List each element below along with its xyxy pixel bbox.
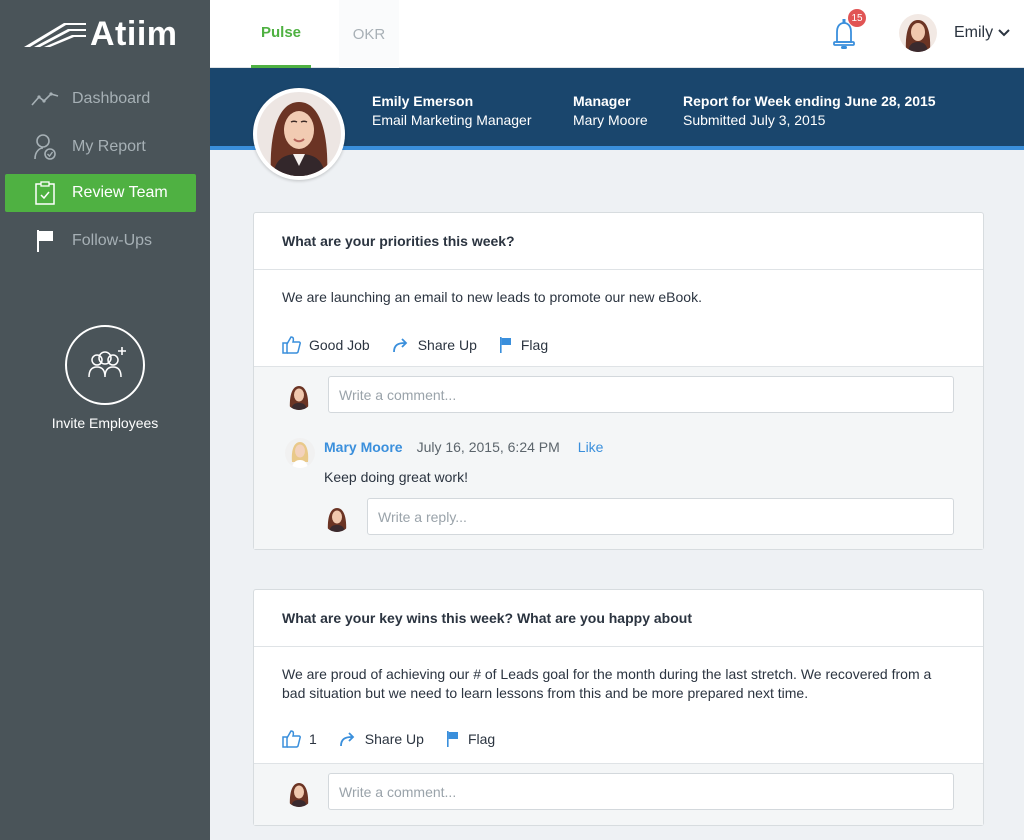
share-up-label: Share Up: [364, 731, 424, 747]
report-period-info: Report for Week ending June 28, 2015 Sub…: [683, 92, 936, 130]
notification-badge: 15: [848, 9, 866, 27]
invite-employees-button[interactable]: [65, 325, 145, 405]
chart-line-icon: [31, 85, 59, 113]
flag-icon: [499, 336, 511, 353]
comment-author[interactable]: Mary Moore: [324, 439, 403, 455]
share-up-label: Share Up: [417, 336, 477, 353]
comment-text: Keep doing great work!: [324, 469, 468, 485]
sidebar: Atiim Dashboard My Report Review Team Fo…: [0, 0, 210, 840]
share-arrow-icon: [339, 732, 355, 747]
top-bar: Pulse OKR 15 Emily: [210, 0, 1024, 68]
share-up-button[interactable]: Share Up: [392, 337, 477, 353]
flag-label: Flag: [520, 336, 549, 353]
thumbs-up-icon: [282, 730, 301, 748]
comment-section: Write a comment...: [254, 763, 983, 825]
user-report-icon: [31, 133, 59, 161]
invite-employees[interactable]: Invite Employees: [0, 325, 210, 431]
report-submitted: Submitted July 3, 2015: [683, 112, 826, 128]
flag-icon: [31, 227, 59, 255]
user-name: Emily: [954, 24, 994, 41]
sidebar-item-review-team[interactable]: Review Team: [5, 174, 196, 212]
share-up-button[interactable]: Share Up: [339, 731, 424, 747]
question-card-priorities: What are your priorities this week? We a…: [253, 212, 984, 550]
like-count: 1: [309, 731, 317, 747]
comment-date: July 16, 2015, 6:24 PM: [416, 439, 560, 455]
avatar: [285, 779, 313, 807]
thumbs-up-icon: [282, 335, 301, 354]
like-link[interactable]: Like: [578, 439, 604, 455]
sidebar-item-label: Dashboard: [72, 90, 151, 107]
comment-meta: Mary Moore July 16, 2015, 6:24 PM Like: [324, 439, 603, 455]
atiim-logo-icon: [24, 23, 86, 47]
reply-input[interactable]: Write a reply...: [367, 498, 954, 535]
manager-info: Manager Mary Moore: [573, 92, 648, 130]
employee-title: Email Marketing Manager: [372, 112, 532, 128]
question-card-key-wins: What are your key wins this week? What a…: [253, 589, 984, 826]
logo-text: Atiim: [90, 14, 178, 53]
answer-actions: 1 Share Up Flag: [254, 715, 983, 763]
sidebar-item-label: Follow-Ups: [72, 232, 153, 249]
logo[interactable]: Atiim: [0, 0, 210, 68]
sidebar-item-follow-ups[interactable]: Follow-Ups: [5, 222, 196, 260]
good-job-button[interactable]: 1: [282, 730, 317, 748]
flag-icon: [446, 731, 458, 747]
answer-text: We are proud of achieving our # of Leads…: [282, 666, 932, 701]
sidebar-item-label: Review Team: [72, 184, 168, 201]
avatar[interactable]: [899, 14, 937, 52]
employee-info: Emily Emerson Email Marketing Manager: [372, 92, 532, 130]
good-job-button[interactable]: Good Job: [282, 335, 370, 354]
answer-text: We are launching an email to new leads t…: [282, 289, 702, 305]
sidebar-item-dashboard[interactable]: Dashboard: [5, 80, 196, 118]
report-period: Report for Week ending June 28, 2015: [683, 93, 936, 109]
employee-avatar: [253, 88, 345, 180]
invite-employees-label: Invite Employees: [51, 415, 159, 431]
flag-button[interactable]: Flag: [499, 336, 548, 354]
sidebar-item-my-report[interactable]: My Report: [5, 128, 196, 166]
avatar: [285, 438, 315, 468]
comment-input[interactable]: Write a comment...: [328, 773, 954, 810]
flag-button[interactable]: Flag: [446, 730, 495, 748]
chevron-down-icon: [998, 29, 1010, 37]
comment-section: Write a comment... Mary Moore July 16, 2…: [254, 366, 983, 549]
sidebar-item-label: My Report: [72, 138, 146, 155]
tab-pulse[interactable]: Pulse: [251, 0, 311, 68]
tab-okr[interactable]: OKR: [339, 0, 399, 68]
clipboard-check-icon: [31, 179, 59, 207]
manager-name: Mary Moore: [573, 112, 648, 128]
manager-label: Manager: [573, 93, 631, 109]
add-team-icon: [88, 347, 126, 378]
user-menu[interactable]: Emily: [954, 24, 1010, 42]
share-arrow-icon: [392, 337, 407, 352]
question-title: What are your priorities this week?: [254, 213, 983, 270]
answer-actions: Good Job Share Up Flag: [254, 323, 983, 366]
good-job-label: Good Job: [309, 336, 370, 353]
employee-name: Emily Emerson: [372, 93, 474, 109]
avatar: [285, 382, 313, 410]
avatar: [323, 504, 351, 532]
question-title: What are your key wins this week? What a…: [254, 590, 983, 647]
flag-label: Flag: [467, 731, 496, 747]
comment-input[interactable]: Write a comment...: [328, 376, 954, 413]
